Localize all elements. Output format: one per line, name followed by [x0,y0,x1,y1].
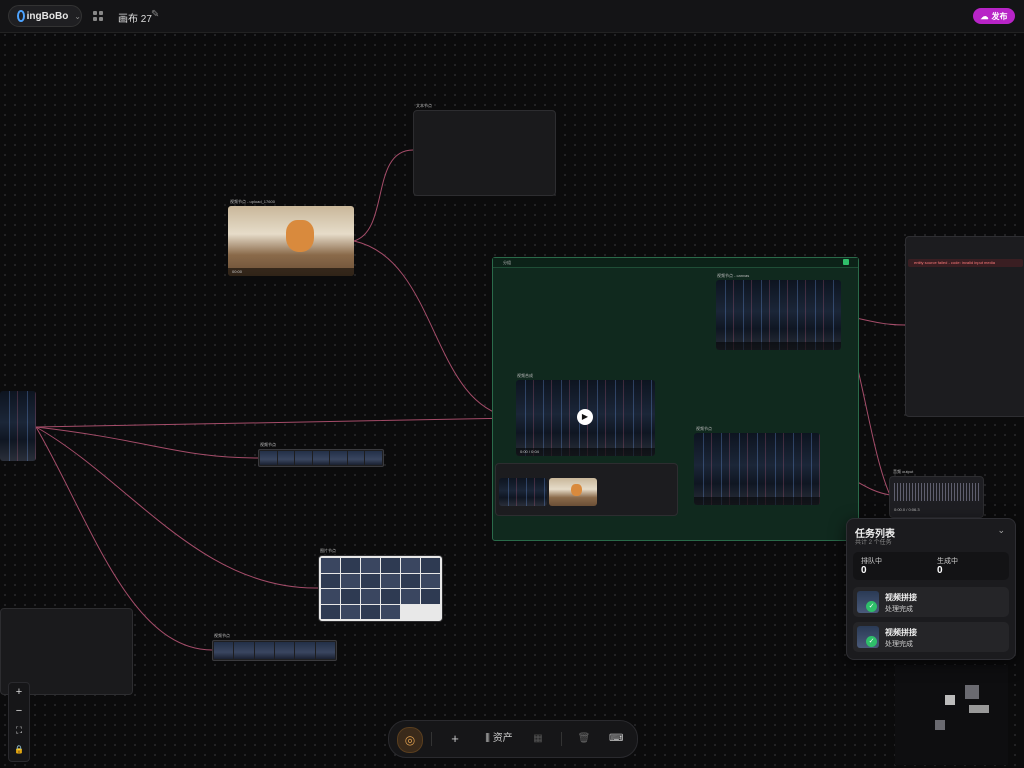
task-name: 视频拼接 [885,593,917,602]
lock-icon[interactable]: 🔒 [9,740,29,759]
strip2-label: 视频节点 [214,633,230,638]
fit-view-icon[interactable]: ⛶ [9,721,29,740]
trash-icon[interactable]: 🗑 [577,729,591,749]
strip1-label: 视频节点 [260,442,276,447]
audio-time: 0:00.0 / 0:06.3 [894,507,920,512]
bottom-toolbar: ◎ + ⫼ 资产 ▦ 🗑 ⌨ [388,720,638,758]
library-icon: ⫼ [485,733,490,744]
zoom-out-button[interactable]: − [9,702,29,721]
text-node-label: 文本节点 [416,103,432,108]
main-action-icon[interactable]: ◎ [397,727,423,753]
divider [431,732,432,746]
text-node[interactable] [413,110,556,196]
keyboard-icon[interactable]: ⌨ [609,729,623,749]
video-compose-node[interactable]: ▶ 0:00 / 0:04 [516,380,655,456]
generating-value: 0 [937,565,943,576]
image-grid-node[interactable] [318,555,443,622]
video-controls[interactable] [716,342,841,350]
task-status: 处理完成 [885,641,913,648]
video-controls[interactable] [694,497,820,505]
video-controls[interactable]: 00:00 [228,268,354,276]
queued-value: 0 [861,565,867,576]
image-preview [895,665,1008,765]
play-icon[interactable]: ▶ [577,409,593,425]
add-button[interactable]: + [447,729,463,749]
check-icon: ✓ [866,636,877,647]
zoom-in-button[interactable]: + [9,683,29,702]
task-item[interactable]: ✓ 视频拼接 处理完成 [853,622,1009,652]
node-group[interactable]: 分组 视频节点 - canvas 视频合成 ▶ 0:00 / 0:04 视频节点 [492,257,859,541]
task-name: 视频拼接 [885,628,917,637]
audio-node[interactable]: 0:00.0 / 0:06.3 [889,476,984,518]
audio-label: 音频 output [893,469,914,474]
grid-label: 图片节点 [320,548,336,553]
task-counts: 排队中 0 生成中 0 [853,552,1009,580]
video-mid-label: 视频合成 [517,373,533,378]
task-list-panel: 任务列表 共计 2 个任务 ⌄ 排队中 0 生成中 0 ✓ 视频拼接 处理完成 … [846,518,1016,660]
video-strip-node[interactable] [258,449,384,467]
merge-thumb-cat[interactable] [549,478,597,506]
merge-thumb-video[interactable] [499,478,547,506]
video-output-node[interactable] [716,280,841,350]
task-item[interactable]: ✓ 视频拼接 处理完成 [853,587,1009,617]
wire [35,417,517,428]
divider [561,732,562,746]
group-label: 分组 [503,260,511,265]
source-video-node[interactable] [0,391,36,461]
error-message: entity source failed - code: invalid inp… [908,259,1023,267]
grid-view-icon[interactable]: ▦ [531,729,545,749]
video-top-label: 视频节点 - canvas [717,273,750,278]
group-status-icon[interactable] [843,259,849,265]
video-node[interactable] [694,433,820,505]
tasks-subtitle: 共计 2 个任务 [855,540,892,546]
merge-panel[interactable] [495,463,678,516]
video-controls[interactable]: 0:00 / 0:04 [516,448,655,456]
wire [35,426,259,459]
cat-video-label: 视频节点 - upload_17600 [230,199,275,204]
check-icon: ✓ [866,601,877,612]
wire [353,149,414,242]
group-header: 分组 [493,258,858,268]
assets-button[interactable]: ⫼ 资产 [479,729,519,749]
zoom-controls: + − ⛶ 🔒 [8,682,30,762]
collapse-icon[interactable]: ⌄ [997,525,1005,536]
waveform [894,483,979,501]
assets-label: 资产 [492,733,513,744]
task-status: 处理完成 [885,606,913,613]
video-strip-node[interactable] [212,640,337,661]
video-bottom-label: 视频节点 [696,426,712,431]
cat-video-node[interactable]: 00:00 [228,206,354,276]
